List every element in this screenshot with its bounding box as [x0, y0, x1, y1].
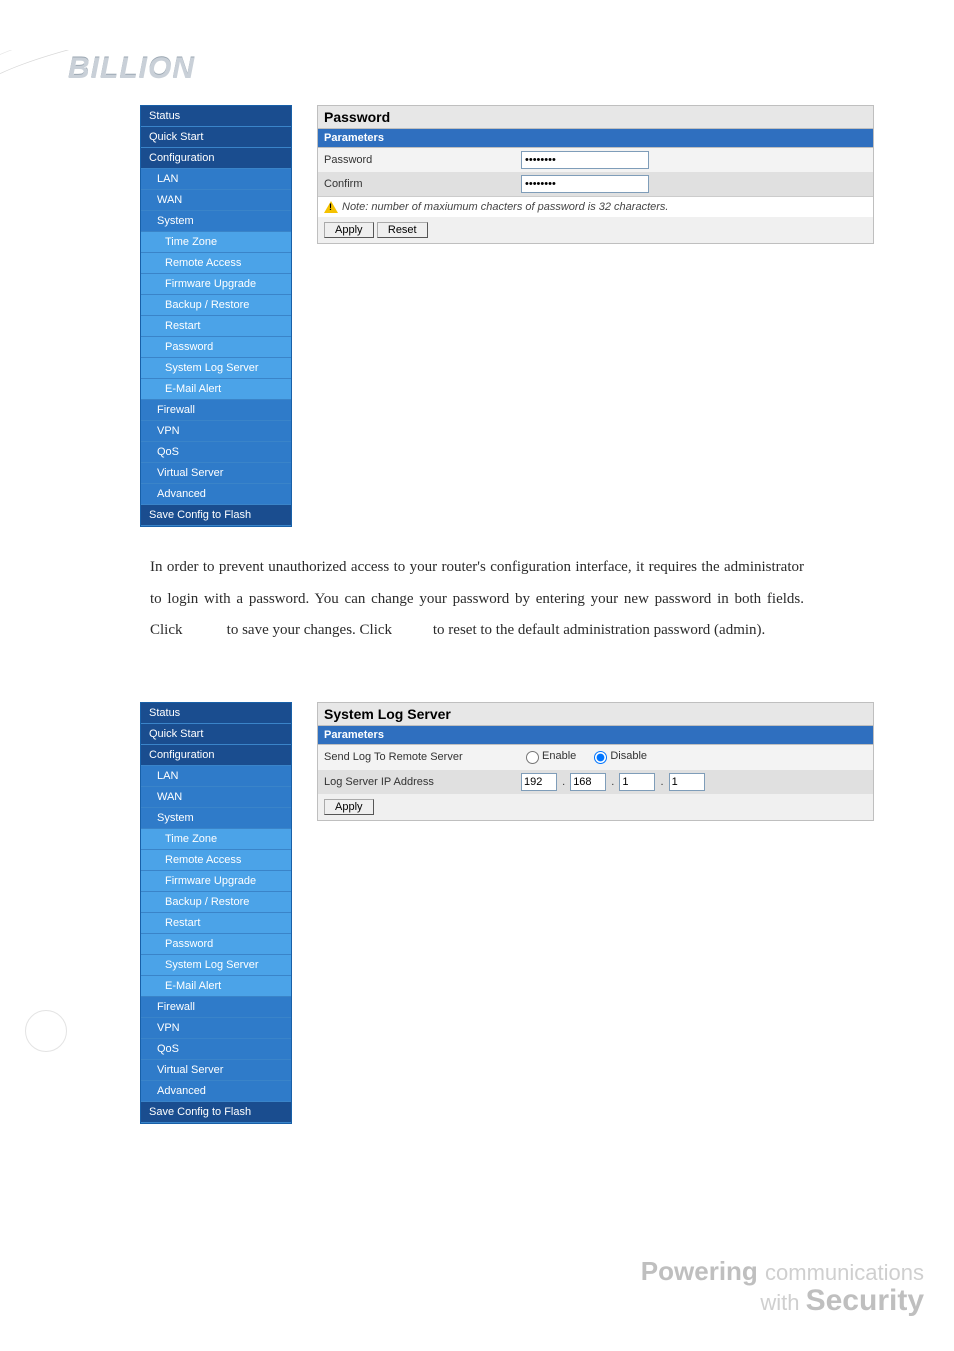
sidebar-item-lan[interactable]: LAN: [141, 169, 291, 190]
warning-icon: [324, 201, 338, 213]
confirm-input[interactable]: [521, 175, 649, 193]
sidebar-item-save-config-to-flash[interactable]: Save Config to Flash: [141, 1102, 291, 1123]
sidebar-item-qos[interactable]: QoS: [141, 442, 291, 463]
ip-octet-4[interactable]: [669, 773, 705, 791]
sidebar-item-e-mail-alert[interactable]: E-Mail Alert: [141, 379, 291, 400]
sidebar-item-firewall[interactable]: Firewall: [141, 400, 291, 421]
sidebar: StatusQuick StartConfigurationLANWANSyst…: [140, 105, 292, 527]
syslog-panel: System Log Server Parameters Send Log To…: [317, 702, 874, 821]
sidebar-item-quick-start[interactable]: Quick Start: [141, 127, 291, 148]
sidebar-item-system-log-server[interactable]: System Log Server: [141, 955, 291, 976]
sidebar-item-remote-access[interactable]: Remote Access: [141, 253, 291, 274]
sidebar-item-advanced[interactable]: Advanced: [141, 1081, 291, 1102]
sidebar-item-quick-start[interactable]: Quick Start: [141, 724, 291, 745]
disable-radio-wrap[interactable]: Disable: [589, 748, 647, 764]
brand-header: BILLION: [0, 50, 954, 105]
sidebar-item-wan[interactable]: WAN: [141, 787, 291, 808]
password-label: Password: [318, 148, 515, 172]
sidebar-item-system-log-server[interactable]: System Log Server: [141, 358, 291, 379]
sidebar-item-remote-access[interactable]: Remote Access: [141, 850, 291, 871]
sidebar-item-password[interactable]: Password: [141, 934, 291, 955]
footer-brand: Powering communications with Security: [641, 1258, 924, 1316]
sidebar-item-firewall[interactable]: Firewall: [141, 997, 291, 1018]
note-text: Note: number of maxiumum chacters of pas…: [342, 201, 668, 213]
brand-logo: BILLION: [68, 52, 195, 86]
ip-octet-1[interactable]: [521, 773, 557, 791]
send-log-label: Send Log To Remote Server: [318, 745, 515, 770]
footer-communications: communications: [765, 1260, 924, 1285]
sidebar-item-vpn[interactable]: VPN: [141, 1018, 291, 1039]
ip-octet-3[interactable]: [619, 773, 655, 791]
disable-label: Disable: [610, 750, 647, 762]
sidebar-item-system[interactable]: System: [141, 808, 291, 829]
sidebar-item-save-config-to-flash[interactable]: Save Config to Flash: [141, 505, 291, 526]
sidebar-item-password[interactable]: Password: [141, 337, 291, 358]
sidebar-item-status[interactable]: Status: [141, 703, 291, 724]
sidebar-item-qos[interactable]: QoS: [141, 1039, 291, 1060]
confirm-label: Confirm: [318, 172, 515, 196]
sidebar-item-lan[interactable]: LAN: [141, 766, 291, 787]
password-input[interactable]: [521, 151, 649, 169]
reset-button[interactable]: Reset: [377, 222, 428, 238]
note-row: Note: number of maxiumum chacters of pas…: [318, 196, 873, 217]
panel-title: Password: [318, 106, 873, 129]
parameters-header: Parameters: [318, 129, 873, 148]
sidebar-item-e-mail-alert[interactable]: E-Mail Alert: [141, 976, 291, 997]
sidebar-item-restart[interactable]: Restart: [141, 316, 291, 337]
sidebar-item-firmware-upgrade[interactable]: Firmware Upgrade: [141, 274, 291, 295]
sidebar-item-vpn[interactable]: VPN: [141, 421, 291, 442]
footer-powering: Powering: [641, 1256, 758, 1286]
sidebar-item-advanced[interactable]: Advanced: [141, 484, 291, 505]
sidebar-item-time-zone[interactable]: Time Zone: [141, 232, 291, 253]
description-text: In order to prevent unauthorized access …: [150, 552, 804, 647]
apply-button[interactable]: Apply: [324, 799, 374, 815]
sidebar: StatusQuick StartConfigurationLANWANSyst…: [140, 702, 292, 1124]
sidebar-item-backup-restore[interactable]: Backup / Restore: [141, 892, 291, 913]
decorative-circle: [25, 1010, 67, 1052]
enable-label: Enable: [542, 750, 576, 762]
ip-octet-2[interactable]: [570, 773, 606, 791]
footer-with: with: [760, 1290, 799, 1315]
sidebar-item-time-zone[interactable]: Time Zone: [141, 829, 291, 850]
sidebar-item-configuration[interactable]: Configuration: [141, 745, 291, 766]
sidebar-item-virtual-server[interactable]: Virtual Server: [141, 1060, 291, 1081]
enable-radio-wrap[interactable]: Enable: [521, 748, 576, 764]
footer-security: Security: [806, 1284, 924, 1317]
parameters-header: Parameters: [318, 726, 873, 745]
password-panel: Password Parameters Password Confirm Not…: [317, 105, 874, 244]
panel-title: System Log Server: [318, 703, 873, 726]
sidebar-item-configuration[interactable]: Configuration: [141, 148, 291, 169]
enable-radio[interactable]: [526, 751, 539, 764]
sidebar-item-backup-restore[interactable]: Backup / Restore: [141, 295, 291, 316]
ip-label: Log Server IP Address: [318, 770, 515, 794]
sidebar-item-system[interactable]: System: [141, 211, 291, 232]
sidebar-item-virtual-server[interactable]: Virtual Server: [141, 463, 291, 484]
disable-radio[interactable]: [594, 751, 607, 764]
sidebar-item-restart[interactable]: Restart: [141, 913, 291, 934]
sidebar-item-wan[interactable]: WAN: [141, 190, 291, 211]
apply-button[interactable]: Apply: [324, 222, 374, 238]
sidebar-item-firmware-upgrade[interactable]: Firmware Upgrade: [141, 871, 291, 892]
sidebar-item-status[interactable]: Status: [141, 106, 291, 127]
